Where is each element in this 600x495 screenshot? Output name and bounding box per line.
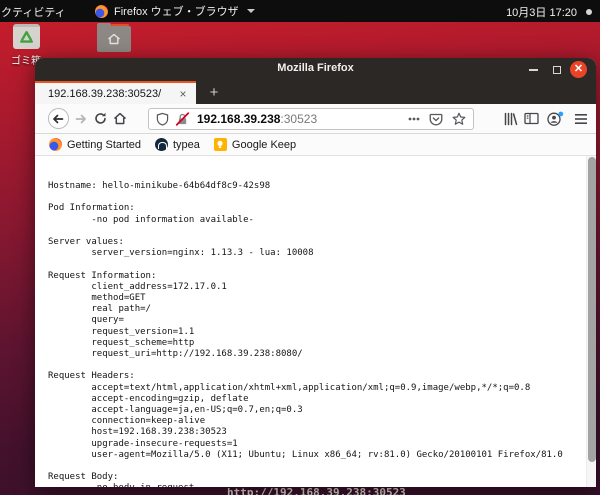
account-icon — [547, 111, 564, 126]
pocket-icon[interactable] — [429, 113, 443, 126]
tab-close-icon[interactable]: × — [175, 86, 191, 102]
sidebar-toggle-button[interactable] — [524, 104, 539, 133]
reload-button[interactable] — [92, 104, 108, 133]
tab-title: 192.168.39.238:30523/ — [48, 87, 162, 100]
bookmark-google-keep[interactable]: Google Keep — [213, 138, 297, 151]
bookmark-typea[interactable]: typea — [155, 138, 200, 151]
account-button[interactable] — [546, 104, 564, 133]
page-content: Hostname: hello-minikube-64b64df8c9-42s9… — [35, 156, 596, 487]
gnome-top-bar: クティビティ Firefox ウェブ・ブラウザ 10月3日 17:20 — [0, 0, 600, 22]
sidebar-icon — [524, 112, 539, 125]
tab-active[interactable]: 192.168.39.238:30523/ × — [35, 81, 196, 104]
back-button[interactable] — [46, 104, 70, 133]
window-titlebar[interactable]: Mozilla Firefox ✕ — [35, 58, 596, 81]
echo-server-output: Hostname: hello-minikube-64b64df8c9-42s9… — [48, 181, 563, 487]
google-keep-icon — [213, 138, 227, 151]
bookmark-label: Google Keep — [231, 138, 297, 151]
chevron-down-icon — [246, 9, 255, 13]
maximize-button[interactable] — [548, 61, 565, 78]
status-dot-icon — [586, 9, 592, 15]
tracking-protection-shield-icon[interactable] — [156, 112, 169, 126]
desktop-icon-home-folder[interactable] — [94, 23, 134, 52]
minimize-button[interactable] — [525, 61, 542, 78]
page-actions-icon[interactable] — [408, 117, 420, 121]
activities-button[interactable]: クティビティ — [1, 4, 66, 20]
clock[interactable]: 10月3日 17:20 — [506, 4, 577, 20]
background-window-url-text: http://192.168.39.238:30523 — [227, 486, 406, 495]
bookmarks-toolbar: Getting Started typea Google Keep — [35, 134, 596, 156]
forward-arrow-icon — [75, 114, 86, 123]
library-icon — [504, 112, 518, 125]
home-folder-icon — [97, 23, 131, 52]
bookmark-star-icon[interactable] — [452, 112, 466, 126]
library-button[interactable] — [503, 104, 518, 133]
trash-icon — [12, 24, 40, 49]
scrollbar-thumb[interactable] — [588, 157, 596, 462]
app-menu-label: Firefox ウェブ・ブラウザ — [114, 6, 239, 18]
firefox-logo-icon — [49, 138, 62, 151]
recycle-icon — [19, 31, 33, 43]
url-bar[interactable]: 192.168.39.238:30523 — [148, 108, 474, 130]
firefox-window: Mozilla Firefox ✕ 192.168.39.238:30523/ … — [35, 58, 596, 487]
url-port: :30523 — [280, 112, 318, 126]
firefox-icon — [95, 4, 108, 18]
new-tab-button[interactable]: + — [203, 83, 225, 103]
hamburger-menu-icon — [575, 113, 587, 124]
tab-strip: 192.168.39.238:30523/ × + — [35, 81, 596, 104]
vertical-scrollbar[interactable] — [586, 156, 596, 487]
bookmark-label: Getting Started — [67, 138, 141, 151]
navigation-toolbar: 192.168.39.238:30523 — [35, 104, 596, 134]
hamburger-menu-button[interactable] — [574, 104, 588, 133]
bookmark-getting-started[interactable]: Getting Started — [49, 138, 141, 151]
back-arrow-icon — [47, 108, 69, 129]
home-button[interactable] — [112, 104, 128, 133]
app-menu-firefox[interactable]: Firefox ウェブ・ブラウザ — [95, 3, 255, 19]
url-text[interactable]: 192.168.39.238:30523 — [197, 112, 408, 126]
insecure-lock-icon[interactable] — [175, 112, 190, 126]
house-icon — [108, 33, 120, 45]
url-host: 192.168.39.238 — [197, 112, 281, 126]
close-window-button[interactable]: ✕ — [570, 61, 587, 78]
forward-button[interactable] — [73, 104, 89, 133]
bookmark-label: typea — [173, 138, 200, 151]
typea-favicon-icon — [155, 138, 168, 151]
home-icon — [113, 112, 127, 125]
reload-icon — [94, 112, 106, 124]
window-title: Mozilla Firefox — [277, 62, 354, 74]
